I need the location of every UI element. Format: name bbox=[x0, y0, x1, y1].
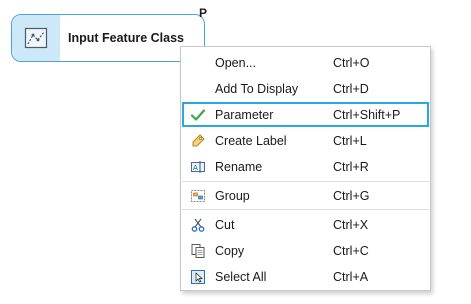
menu-item-cut[interactable]: Cut Ctrl+X bbox=[182, 212, 429, 237]
menu-item-shortcut: Ctrl+A bbox=[333, 269, 369, 284]
menu-item-copy[interactable]: Copy Ctrl+C bbox=[182, 238, 429, 263]
menu-item-label: Open... bbox=[215, 55, 256, 70]
menu-item-add-to-display[interactable]: Add To Display Ctrl+D bbox=[182, 76, 429, 101]
menu-item-label: Add To Display bbox=[215, 81, 299, 96]
menu-item-shortcut: Ctrl+G bbox=[333, 188, 370, 203]
menu-separator bbox=[182, 181, 429, 182]
menu-item-shortcut: Ctrl+L bbox=[333, 133, 367, 148]
parameter-flag: P bbox=[199, 6, 208, 20]
label-tag-icon bbox=[189, 132, 206, 149]
menu-item-label: Group bbox=[215, 188, 250, 203]
menu-item-select-all[interactable]: Select All Ctrl+A bbox=[182, 264, 429, 289]
menu-item-label: Copy bbox=[215, 243, 245, 258]
menu-item-shortcut: Ctrl+O bbox=[333, 55, 370, 70]
menu-item-create-label[interactable]: Create Label Ctrl+L bbox=[182, 128, 429, 153]
feature-class-icon bbox=[24, 27, 48, 49]
menu-item-label: Cut bbox=[215, 217, 235, 232]
menu-item-shortcut: Ctrl+C bbox=[333, 243, 369, 258]
menu-separator bbox=[182, 209, 429, 210]
context-menu: Open... Ctrl+O Add To Display Ctrl+D Par… bbox=[180, 46, 431, 291]
rename-icon: A bbox=[189, 158, 206, 175]
menu-item-shortcut: Ctrl+R bbox=[333, 159, 369, 174]
node-icon-cell bbox=[12, 15, 60, 61]
menu-item-label: Rename bbox=[215, 159, 263, 174]
menu-item-label: Select All bbox=[215, 269, 267, 284]
menu-item-parameter[interactable]: Parameter Ctrl+Shift+P bbox=[182, 102, 429, 127]
model-node-input-feature-class[interactable]: Input Feature Class bbox=[11, 14, 205, 62]
menu-item-shortcut: Ctrl+Shift+P bbox=[333, 107, 401, 122]
menu-item-open[interactable]: Open... Ctrl+O bbox=[182, 50, 429, 75]
menu-item-rename[interactable]: A Rename Ctrl+R bbox=[182, 154, 429, 179]
menu-item-label: Create Label bbox=[215, 133, 287, 148]
copy-icon bbox=[189, 242, 206, 259]
select-all-icon bbox=[189, 268, 206, 285]
menu-item-group[interactable]: Group Ctrl+G bbox=[182, 183, 429, 208]
group-icon bbox=[189, 187, 206, 204]
menu-item-shortcut: Ctrl+D bbox=[333, 81, 369, 96]
menu-item-label: Parameter bbox=[215, 107, 274, 122]
menu-item-shortcut: Ctrl+X bbox=[333, 217, 369, 232]
scissors-icon bbox=[189, 216, 206, 233]
checkmark-icon bbox=[189, 106, 206, 123]
svg-text:A: A bbox=[193, 164, 198, 172]
